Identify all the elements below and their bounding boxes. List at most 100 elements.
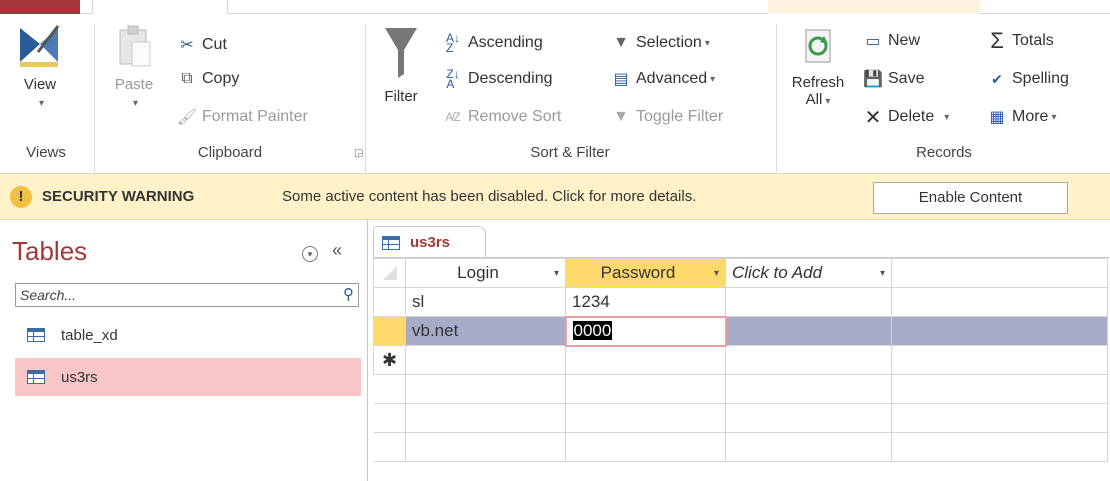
new-record-icon: ▭: [865, 33, 881, 50]
save-label: Save: [888, 70, 925, 87]
column-dropdown-icon[interactable]: ▾: [554, 268, 559, 279]
new-record-button[interactable]: ▭ New: [862, 28, 920, 54]
table-icon: [27, 328, 45, 342]
scissors-icon: ✂: [180, 37, 194, 54]
nav-item-us3rs[interactable]: us3rs: [15, 358, 361, 396]
column-header-click-to-add[interactable]: Click to Add ▾: [725, 258, 892, 288]
remove-sort-button[interactable]: A̸Z Remove Sort: [442, 104, 561, 130]
cell-password-editing[interactable]: 0000: [564, 315, 727, 347]
format-painter-label: Format Painter: [202, 108, 308, 125]
home-tab[interactable]: [92, 0, 228, 15]
spelling-label: Spelling: [1012, 70, 1069, 87]
sort-descending-icon: Z↓ A: [446, 67, 460, 91]
save-icon: 💾: [863, 71, 883, 88]
enable-content-button[interactable]: Enable Content: [873, 182, 1068, 214]
group-divider: [776, 24, 777, 174]
descending-label: Descending: [468, 70, 553, 87]
cell-empty[interactable]: [725, 316, 892, 346]
document-tab-us3rs[interactable]: us3rs: [373, 226, 486, 258]
delete-record-button[interactable]: ✕ Delete ▾: [862, 104, 950, 130]
view-button[interactable]: View ▾: [8, 22, 72, 110]
new-record-row[interactable]: ✱: [373, 345, 1108, 375]
cell-password[interactable]: 1234: [565, 287, 726, 317]
chevron-down-icon: ▾: [710, 73, 716, 85]
empty-row: [373, 403, 1108, 433]
cut-button[interactable]: ✂ Cut: [176, 32, 227, 58]
cut-label: Cut: [202, 36, 227, 53]
record-selector-current[interactable]: [373, 316, 406, 346]
nav-menu-dropdown-icon[interactable]: ▾: [302, 246, 318, 262]
selection-label: Selection: [636, 34, 702, 51]
nav-pane-title[interactable]: Tables: [12, 236, 87, 267]
totals-button[interactable]: Σ Totals: [986, 28, 1054, 54]
selection-filter-icon: ▼: [613, 34, 629, 51]
filter-button[interactable]: Filter: [374, 22, 428, 105]
document-tab-label: us3rs: [410, 234, 451, 251]
column-dropdown-icon[interactable]: ▾: [714, 268, 719, 279]
chevron-down-icon: ▾: [704, 37, 710, 49]
column-header-login[interactable]: Login ▾: [405, 258, 566, 288]
security-warning-message[interactable]: Some active content has been disabled. C…: [282, 188, 696, 205]
ascending-button[interactable]: A↓ Z Ascending: [442, 30, 543, 56]
ascending-label: Ascending: [468, 34, 543, 51]
advanced-button[interactable]: ▤ Advanced ▾: [610, 66, 715, 92]
record-selector[interactable]: [373, 287, 406, 317]
cell-login[interactable]: sl: [405, 287, 566, 317]
column-dropdown-icon[interactable]: ▾: [880, 268, 885, 279]
empty-row: [373, 374, 1108, 404]
table-row[interactable]: sl 1234: [373, 287, 1108, 317]
nav-search-input[interactable]: [16, 284, 316, 306]
clipboard-dialog-launcher-icon[interactable]: ◲: [354, 148, 363, 159]
empty-row: [373, 432, 1108, 462]
cell-new-password[interactable]: [565, 345, 726, 375]
datasheet-area: us3rs Login ▾ Password ▾ Click to Add ▾ sl …: [373, 220, 1110, 481]
file-tab[interactable]: [0, 0, 80, 14]
select-all-corner[interactable]: [373, 258, 406, 288]
column-header-password[interactable]: Password ▾: [565, 258, 726, 288]
search-icon[interactable]: ⚲: [343, 285, 354, 303]
table-icon: [27, 370, 45, 384]
cell-empty[interactable]: [725, 345, 892, 375]
sigma-icon: Σ: [990, 28, 1004, 53]
more-button[interactable]: ▦ More ▾: [986, 104, 1056, 130]
column-header-label: Password: [600, 263, 676, 282]
descending-button[interactable]: Z↓ A Descending: [442, 66, 553, 92]
collapse-pane-icon[interactable]: «: [332, 240, 342, 261]
more-label: More: [1012, 108, 1049, 125]
cell-new-login[interactable]: [405, 345, 566, 375]
paste-button[interactable]: Paste ▾: [104, 22, 164, 110]
cell-blank: [891, 316, 1108, 346]
copy-button[interactable]: ⧉ Copy: [176, 66, 239, 92]
selection-button[interactable]: ▼ Selection ▾: [610, 30, 710, 56]
totals-label: Totals: [1012, 32, 1054, 49]
chevron-down-icon: ▾: [38, 98, 45, 109]
new-record-asterisk-icon[interactable]: ✱: [373, 345, 406, 375]
new-label: New: [888, 32, 921, 49]
navigation-pane: Tables ▾ « ⚲ table_xd us3rs: [0, 220, 368, 481]
cell-empty[interactable]: [725, 287, 892, 317]
nav-item-label: table_xd: [61, 326, 118, 344]
table-row-selected[interactable]: vb.net 0000: [373, 315, 1108, 347]
cell-login[interactable]: vb.net: [405, 316, 566, 346]
nav-search-box[interactable]: ⚲: [15, 283, 359, 307]
empty-header-cell: [891, 258, 1108, 288]
nav-item-table_xd[interactable]: table_xd: [15, 316, 361, 354]
design-view-icon: [20, 25, 60, 67]
selected-cell-text[interactable]: 0000: [572, 321, 613, 340]
toggle-filter-label: Toggle Filter: [636, 108, 724, 125]
advanced-filter-icon: ▤: [613, 71, 629, 88]
spelling-button[interactable]: ✔ Spelling: [986, 66, 1069, 92]
format-painter-icon: 🖌: [176, 109, 198, 126]
records-group-label: Records: [916, 144, 972, 161]
save-record-button[interactable]: 💾 Save: [862, 66, 924, 92]
chevron-down-icon: ▾: [825, 96, 831, 107]
datasheet-grid: Login ▾ Password ▾ Click to Add ▾ sl 1234 v…: [373, 258, 1108, 462]
chevron-down-icon: ▾: [132, 98, 139, 109]
warning-shield-icon: !: [10, 186, 32, 208]
remove-sort-label: Remove Sort: [468, 108, 562, 125]
format-painter-button[interactable]: 🖌 Format Painter: [176, 104, 308, 130]
copy-label: Copy: [202, 70, 240, 87]
toggle-filter-button[interactable]: ▼ Toggle Filter: [610, 104, 723, 130]
security-warning-bar[interactable]: ! SECURITY WARNING Some active content h…: [0, 174, 1110, 220]
refresh-all-button[interactable]: Refresh All ▾: [782, 26, 854, 108]
